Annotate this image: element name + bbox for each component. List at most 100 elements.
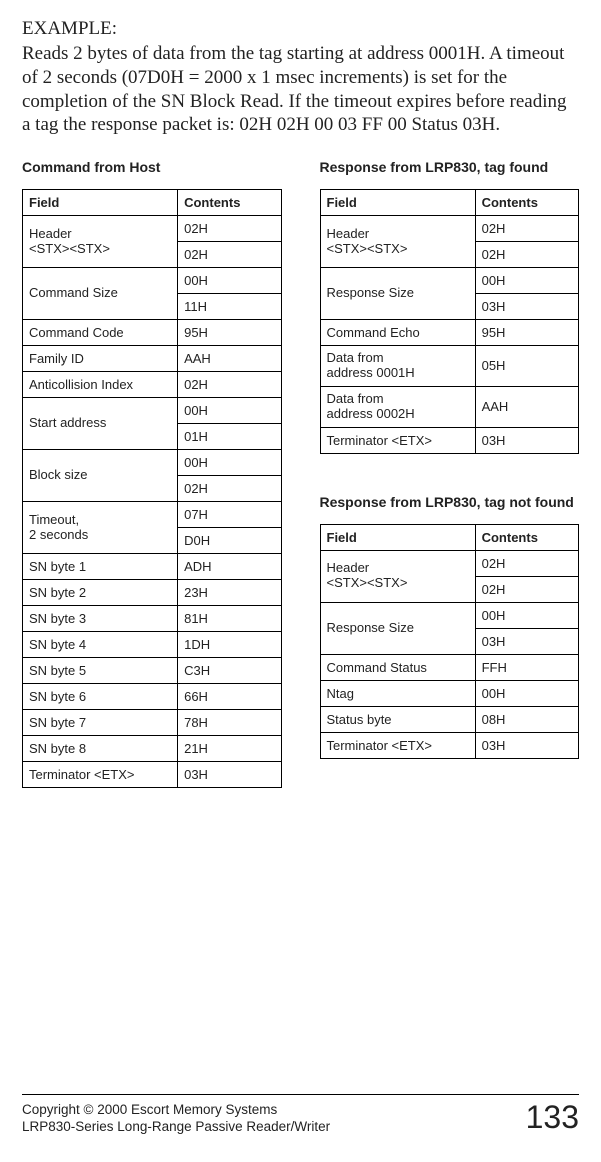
- table-row: SN byte 5C3H: [23, 658, 282, 684]
- table-title-command: Command from Host: [22, 159, 282, 175]
- cell-field: Data fromaddress 0001H: [320, 346, 475, 387]
- cell-field: Data fromaddress 0002H: [320, 386, 475, 427]
- table-row: Block size00H: [23, 450, 282, 476]
- cell-contents: ADH: [178, 554, 281, 580]
- cell-field: SN byte 1: [23, 554, 178, 580]
- cell-field: Anticollision Index: [23, 372, 178, 398]
- table-row: Status byte08H: [320, 706, 579, 732]
- cell-contents: FFH: [475, 654, 578, 680]
- cell-contents: D0H: [178, 528, 281, 554]
- table-row: Response Size00H: [320, 602, 579, 628]
- table-row: SN byte 778H: [23, 710, 282, 736]
- cell-contents: 03H: [475, 294, 578, 320]
- cell-contents: 00H: [475, 602, 578, 628]
- table-row: Command Code95H: [23, 320, 282, 346]
- cell-contents: 00H: [178, 398, 281, 424]
- cell-contents: 95H: [475, 320, 578, 346]
- left-column: Command from Host FieldContentsHeader<ST…: [22, 159, 282, 788]
- cell-contents: 02H: [178, 242, 281, 268]
- table-header-contents: Contents: [178, 190, 281, 216]
- table-row: Header<STX><STX>02H: [320, 550, 579, 576]
- cell-field: Family ID: [23, 346, 178, 372]
- cell-contents: 03H: [475, 628, 578, 654]
- cell-field: Header<STX><STX>: [23, 216, 178, 268]
- cell-contents: AAH: [178, 346, 281, 372]
- cell-field: Header<STX><STX>: [320, 550, 475, 602]
- cell-contents: 03H: [475, 732, 578, 758]
- cell-field: SN byte 6: [23, 684, 178, 710]
- table-row: Data fromaddress 0002HAAH: [320, 386, 579, 427]
- right-column: Response from LRP830, tag found FieldCon…: [320, 159, 580, 788]
- cell-field: SN byte 4: [23, 632, 178, 658]
- table-header-field: Field: [320, 190, 475, 216]
- table-row: Command StatusFFH: [320, 654, 579, 680]
- cell-contents: 00H: [475, 268, 578, 294]
- cell-contents: 05H: [475, 346, 578, 387]
- cell-contents: 11H: [178, 294, 281, 320]
- page-footer: Copyright © 2000 Escort Memory Systems L…: [22, 1094, 579, 1136]
- table-row: SN byte 666H: [23, 684, 282, 710]
- table-row: Command Echo95H: [320, 320, 579, 346]
- page-content: EXAMPLE: Reads 2 bytes of data from the …: [0, 0, 601, 788]
- table-title-resp-found: Response from LRP830, tag found: [320, 159, 580, 175]
- cell-field: SN byte 5: [23, 658, 178, 684]
- footer-text: Copyright © 2000 Escort Memory Systems L…: [22, 1102, 330, 1136]
- table-row: SN byte 821H: [23, 736, 282, 762]
- cell-contents: C3H: [178, 658, 281, 684]
- table-title-resp-not-found: Response from LRP830, tag not found: [320, 494, 580, 510]
- cell-field: SN byte 3: [23, 606, 178, 632]
- table-row: Terminator <ETX>03H: [320, 427, 579, 453]
- cell-contents: 00H: [178, 268, 281, 294]
- cell-contents: 21H: [178, 736, 281, 762]
- cell-field: Response Size: [320, 268, 475, 320]
- cell-contents: 1DH: [178, 632, 281, 658]
- cell-contents: 01H: [178, 424, 281, 450]
- table-row: Start address00H: [23, 398, 282, 424]
- table-resp-not-found: FieldContentsHeader<STX><STX>02H02HRespo…: [320, 524, 580, 759]
- cell-contents: 08H: [475, 706, 578, 732]
- cell-contents: 02H: [475, 216, 578, 242]
- cell-contents: 02H: [178, 372, 281, 398]
- table-row: Data fromaddress 0001H05H: [320, 346, 579, 387]
- cell-field: Timeout,2 seconds: [23, 502, 178, 554]
- table-header-contents: Contents: [475, 190, 578, 216]
- table-header-field: Field: [320, 524, 475, 550]
- columns: Command from Host FieldContentsHeader<ST…: [22, 159, 579, 788]
- cell-contents: 02H: [178, 476, 281, 502]
- cell-contents: 23H: [178, 580, 281, 606]
- cell-contents: 81H: [178, 606, 281, 632]
- table-resp-found: FieldContentsHeader<STX><STX>02H02HRespo…: [320, 189, 580, 454]
- cell-contents: 03H: [475, 427, 578, 453]
- cell-contents: 07H: [178, 502, 281, 528]
- table-row: Timeout,2 seconds07H: [23, 502, 282, 528]
- table-row: Anticollision Index02H: [23, 372, 282, 398]
- cell-contents: 95H: [178, 320, 281, 346]
- cell-field: Terminator <ETX>: [23, 762, 178, 788]
- cell-contents: 00H: [178, 450, 281, 476]
- cell-contents: 02H: [475, 576, 578, 602]
- table-header-contents: Contents: [475, 524, 578, 550]
- table-row: Header<STX><STX>02H: [23, 216, 282, 242]
- cell-field: SN byte 8: [23, 736, 178, 762]
- table-row: Terminator <ETX>03H: [320, 732, 579, 758]
- table-row: Terminator <ETX>03H: [23, 762, 282, 788]
- table-row: SN byte 1ADH: [23, 554, 282, 580]
- cell-field: SN byte 2: [23, 580, 178, 606]
- footer-line2: LRP830-Series Long-Range Passive Reader/…: [22, 1119, 330, 1134]
- table-row: Family IDAAH: [23, 346, 282, 372]
- cell-field: Terminator <ETX>: [320, 732, 475, 758]
- cell-field: Header<STX><STX>: [320, 216, 475, 268]
- cell-field: Command Echo: [320, 320, 475, 346]
- table-row: Response Size00H: [320, 268, 579, 294]
- cell-field: Command Code: [23, 320, 178, 346]
- cell-contents: 66H: [178, 684, 281, 710]
- cell-contents: 02H: [178, 216, 281, 242]
- cell-field: SN byte 7: [23, 710, 178, 736]
- cell-field: Command Size: [23, 268, 178, 320]
- table-row: Header<STX><STX>02H: [320, 216, 579, 242]
- page-number: 133: [526, 1099, 579, 1136]
- example-heading: EXAMPLE:: [22, 18, 579, 40]
- cell-contents: 02H: [475, 550, 578, 576]
- cell-contents: 78H: [178, 710, 281, 736]
- table-row: SN byte 381H: [23, 606, 282, 632]
